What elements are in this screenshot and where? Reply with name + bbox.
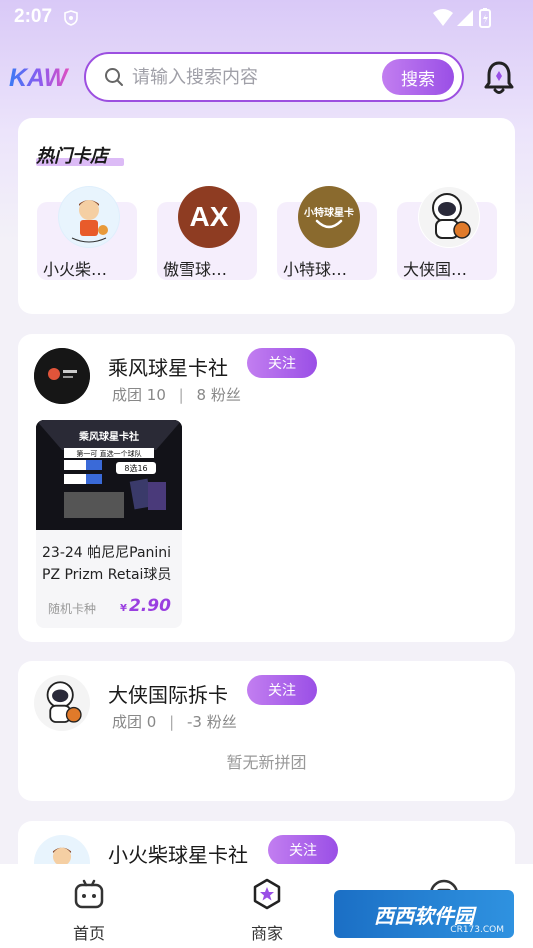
svg-text:KAW: KAW xyxy=(9,64,70,92)
search-bar: 搜索 xyxy=(84,52,464,102)
shop-stats: 成团 10 | 8 粉丝 xyxy=(112,386,241,404)
product-card[interactable]: 乘风球星卡社 第一可 直选一个球队 8选16 23-24 帕尼尼Panini P… xyxy=(36,420,182,628)
product-title: 23-24 帕尼尼Panini PZ Prizm Retai球员 xyxy=(42,545,172,583)
follow-button[interactable]: 关注 xyxy=(247,675,317,705)
product-price: ¥2.90 xyxy=(120,596,171,616)
bell-icon[interactable] xyxy=(483,60,515,96)
product-image: 乘风球星卡社 第一可 直选一个球队 8选16 xyxy=(36,420,182,530)
watermark: 西西软件园 CR173.COM xyxy=(334,890,514,938)
astronaut-icon xyxy=(34,675,90,731)
search-button[interactable]: 搜索 xyxy=(382,59,454,95)
follow-button[interactable]: 关注 xyxy=(247,348,317,378)
shop-name: 小火柴… xyxy=(43,260,108,279)
smile-icon xyxy=(315,219,343,228)
shop-avatar xyxy=(418,186,480,248)
shop-name[interactable]: 乘风球星卡社 xyxy=(108,352,228,381)
empty-state-text: 暂无新拼团 xyxy=(226,753,307,772)
signal-icon xyxy=(457,10,473,26)
nav-label: 首页 xyxy=(72,924,105,943)
shop-name[interactable]: 大侠国际拆卡 xyxy=(108,679,228,708)
svg-text:乘风球星卡社: 乘风球星卡社 xyxy=(78,430,139,443)
hot-shops-card: 热门卡店 小火柴… AX 傲雪球… 小特球星卡 小特球… 大侠国… xyxy=(18,118,515,314)
hot-shop-item[interactable]: 大侠国… xyxy=(397,186,497,298)
hot-shops-title: 热门卡店 xyxy=(36,146,108,167)
search-icon xyxy=(105,68,123,86)
product-tag: 随机卡种 xyxy=(48,602,97,616)
kaw-logo: KAW xyxy=(9,64,70,92)
svg-text:8选16: 8选16 xyxy=(124,463,147,473)
nav-item-home[interactable]: 首页 xyxy=(44,874,134,944)
mascot-icon xyxy=(59,187,119,247)
shop-feed-card: 大侠国际拆卡 关注 成团 0 | -3 粉丝 暂无新拼团 xyxy=(18,661,515,801)
shop-avatar[interactable] xyxy=(34,348,90,404)
shop-avatar: AX xyxy=(178,186,240,248)
shop-name: 傲雪球… xyxy=(163,260,228,279)
home-icon xyxy=(74,879,104,909)
shop-avatar[interactable] xyxy=(34,675,90,731)
follow-button[interactable]: 关注 xyxy=(268,835,338,865)
search-input[interactable] xyxy=(132,62,382,92)
status-time: 2:07 xyxy=(14,6,53,27)
hot-shop-item[interactable]: 小火柴… xyxy=(37,186,137,298)
shop-name: 小特球… xyxy=(283,260,348,279)
nav-label: 商家 xyxy=(250,924,283,943)
shop-logo-icon xyxy=(34,348,90,404)
shop-avatar: 小特球星卡 xyxy=(298,186,360,248)
wifi-icon xyxy=(433,9,453,26)
status-icons xyxy=(433,8,491,28)
shop-stats: 成团 0 | -3 粉丝 xyxy=(112,713,237,731)
astronaut-icon xyxy=(419,187,479,247)
nav-item-merchant[interactable]: 商家 xyxy=(222,874,312,944)
merchant-icon xyxy=(253,878,281,910)
shield-icon xyxy=(64,10,78,26)
shop-feed-card: 乘风球星卡社 关注 成团 10 | 8 粉丝 乘风球星卡社 第一可 直选一个球队… xyxy=(18,334,515,642)
status-bar: 2:07 xyxy=(0,0,533,36)
svg-text:第一可 直选一个球队: 第一可 直选一个球队 xyxy=(76,449,141,458)
shop-name: 大侠国… xyxy=(403,260,468,279)
shop-avatar xyxy=(58,186,120,248)
hot-shop-item[interactable]: AX 傲雪球… xyxy=(157,186,257,298)
hot-shop-item[interactable]: 小特球星卡 小特球… xyxy=(277,186,377,298)
